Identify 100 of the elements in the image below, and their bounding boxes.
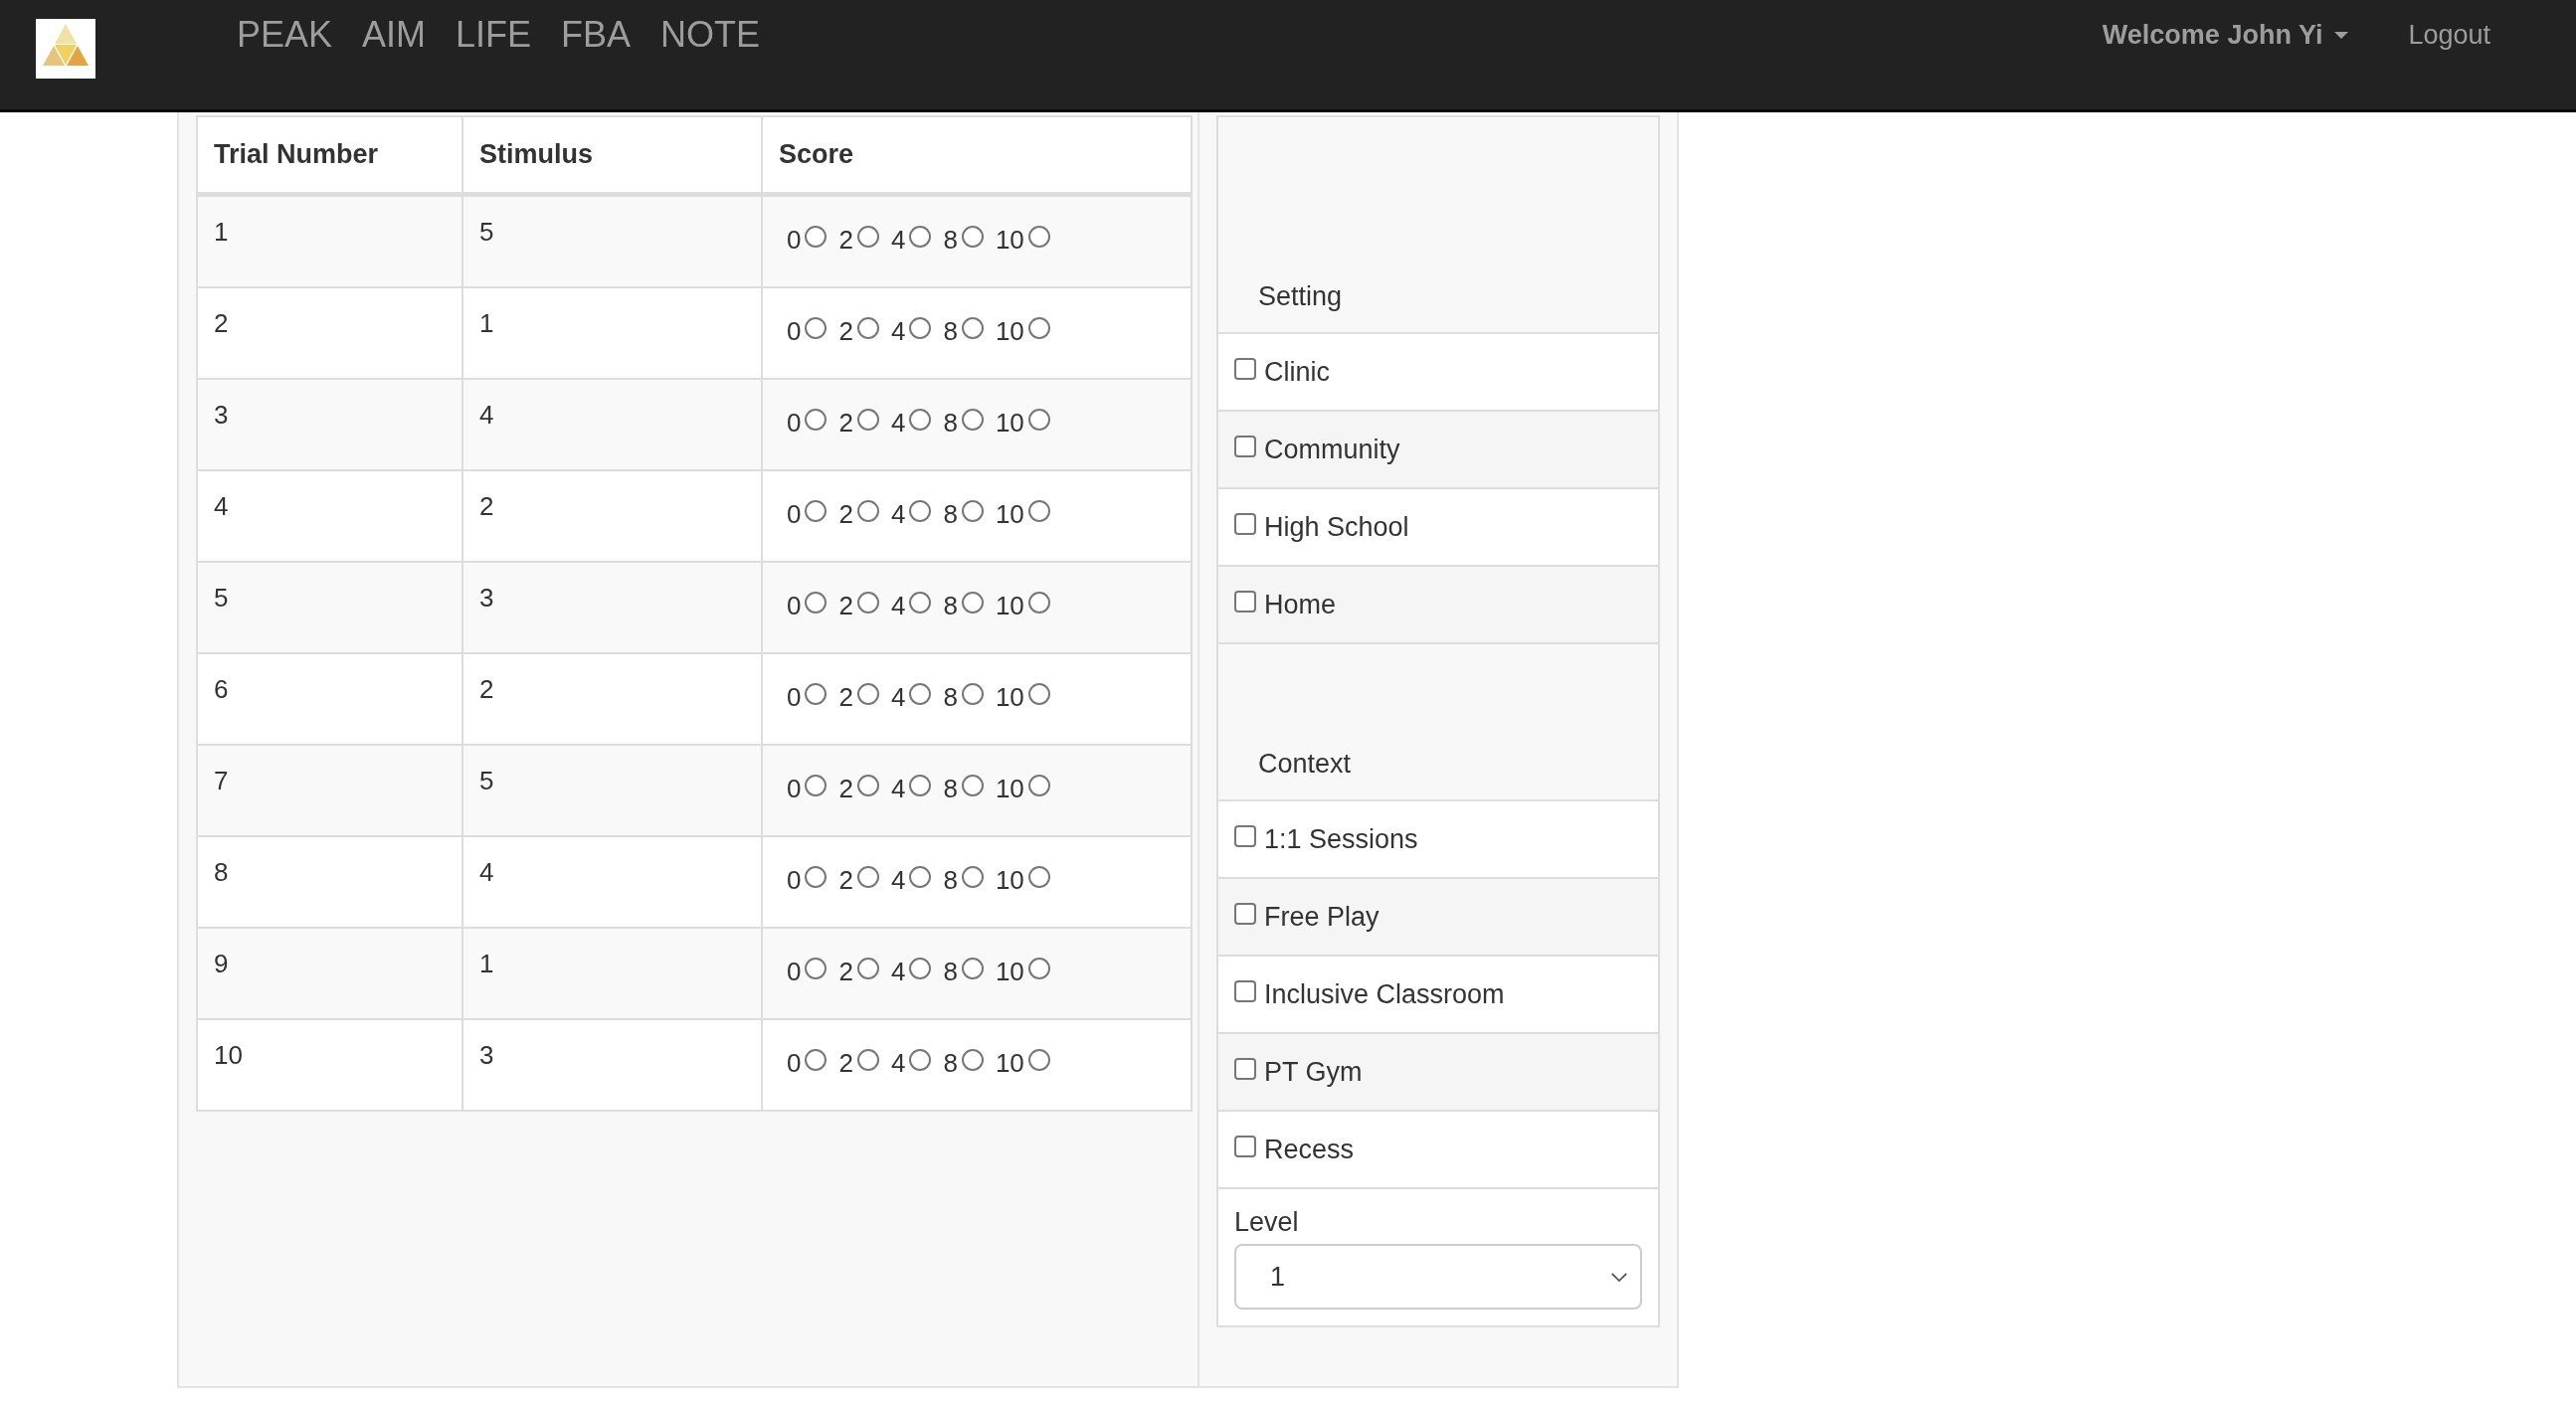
user-menu[interactable]: Welcome John Yi [2102,19,2349,51]
stimulus-value: 4 [479,857,494,887]
score-radio[interactable] [961,500,984,522]
score-label: 10 [995,774,1024,803]
stimulus-value: 4 [479,400,494,430]
nav-link[interactable]: NOTE [660,14,761,56]
score-radio[interactable] [856,958,879,979]
score-radio[interactable] [909,1049,932,1071]
score-radio[interactable] [856,317,879,339]
score-radio[interactable] [1027,958,1050,979]
score-radio[interactable] [805,775,828,796]
trial-number: 1 [214,217,229,247]
score-label: 8 [943,957,958,986]
score-label: 4 [890,682,906,712]
checkbox[interactable] [1234,436,1256,457]
score-radio[interactable] [961,866,984,888]
score-label: 0 [787,408,802,438]
checkbox[interactable] [1234,825,1256,847]
checkbox[interactable] [1234,513,1256,535]
score-label: 2 [838,865,853,895]
stimulus-value: 2 [479,491,494,521]
score-label: 4 [890,957,906,986]
score-radio[interactable] [909,958,932,979]
score-radio[interactable] [961,317,984,339]
score-radio[interactable] [909,683,932,705]
score-radio[interactable] [909,226,932,248]
trial-number: 4 [214,491,229,521]
score-radio[interactable] [805,1049,828,1071]
score-radio[interactable] [961,775,984,796]
trial-number: 9 [214,949,229,978]
checkbox[interactable] [1234,980,1256,1002]
score-radio[interactable] [909,775,932,796]
score-radio[interactable] [1027,500,1050,522]
score-radio[interactable] [856,775,879,796]
score-radio[interactable] [1027,1049,1050,1071]
score-radio[interactable] [961,592,984,613]
group-title: Context [1258,749,1352,780]
score-label: 0 [787,1048,802,1078]
checkbox[interactable] [1234,1136,1256,1157]
score-radio[interactable] [856,409,879,431]
trial-number: 10 [214,1040,243,1070]
score-radio[interactable] [961,1049,984,1071]
score-radio[interactable] [961,683,984,705]
score-radio[interactable] [856,226,879,248]
checkbox-label: High School [1264,511,1409,543]
checkbox-label: Inclusive Classroom [1264,978,1505,1010]
score-radio[interactable] [1027,226,1050,248]
score-label: 8 [943,682,958,712]
score-radio[interactable] [856,1049,879,1071]
checkbox[interactable] [1234,1058,1256,1080]
score-radio[interactable] [805,409,828,431]
score-label: 2 [838,408,853,438]
nav-link[interactable]: FBA [561,14,632,56]
score-radio[interactable] [1027,866,1050,888]
score-radio[interactable] [961,409,984,431]
score-radio[interactable] [909,317,932,339]
score-radio[interactable] [1027,592,1050,613]
score-radio[interactable] [805,866,828,888]
score-radio[interactable] [909,592,932,613]
score-label: 10 [995,408,1024,438]
stimulus-value: 1 [479,308,494,338]
score-radio[interactable] [909,409,932,431]
checkbox[interactable] [1234,591,1256,613]
score-radio[interactable] [856,866,879,888]
score-label: 4 [890,774,906,803]
score-radio[interactable] [805,592,828,613]
score-radio[interactable] [856,683,879,705]
score-label: 0 [787,682,802,712]
score-radio[interactable] [909,500,932,522]
score-radio[interactable] [805,500,828,522]
score-label: 0 [787,225,802,255]
level-dropdown[interactable]: 1 [1234,1244,1642,1310]
score-label: 4 [890,225,906,255]
checkbox[interactable] [1234,903,1256,925]
score-radio[interactable] [1027,317,1050,339]
score-label: 0 [787,591,802,620]
logout-link[interactable]: Logout [2408,19,2490,51]
score-radio[interactable] [805,958,828,979]
score-radio[interactable] [1027,683,1050,705]
score-radio[interactable] [961,226,984,248]
score-radio[interactable] [856,500,879,522]
stimulus-value: 3 [479,1040,494,1070]
checkbox[interactable] [1234,358,1256,380]
score-radio[interactable] [805,226,828,248]
score-label: 0 [787,774,802,803]
score-label: 2 [838,1048,853,1078]
score-radio[interactable] [1027,409,1050,431]
nav-link[interactable]: LIFE [456,14,532,56]
score-radio[interactable] [805,683,828,705]
score-radio[interactable] [909,866,932,888]
score-radio[interactable] [856,592,879,613]
score-label: 8 [943,774,958,803]
score-radio[interactable] [1027,775,1050,796]
nav-link[interactable]: PEAK [237,14,333,56]
score-radio[interactable] [961,958,984,979]
score-label: 0 [787,957,802,986]
column-header: Score [761,117,1191,192]
nav-link[interactable]: AIM [362,14,427,56]
trial-number: 2 [214,308,229,338]
score-radio[interactable] [805,317,828,339]
